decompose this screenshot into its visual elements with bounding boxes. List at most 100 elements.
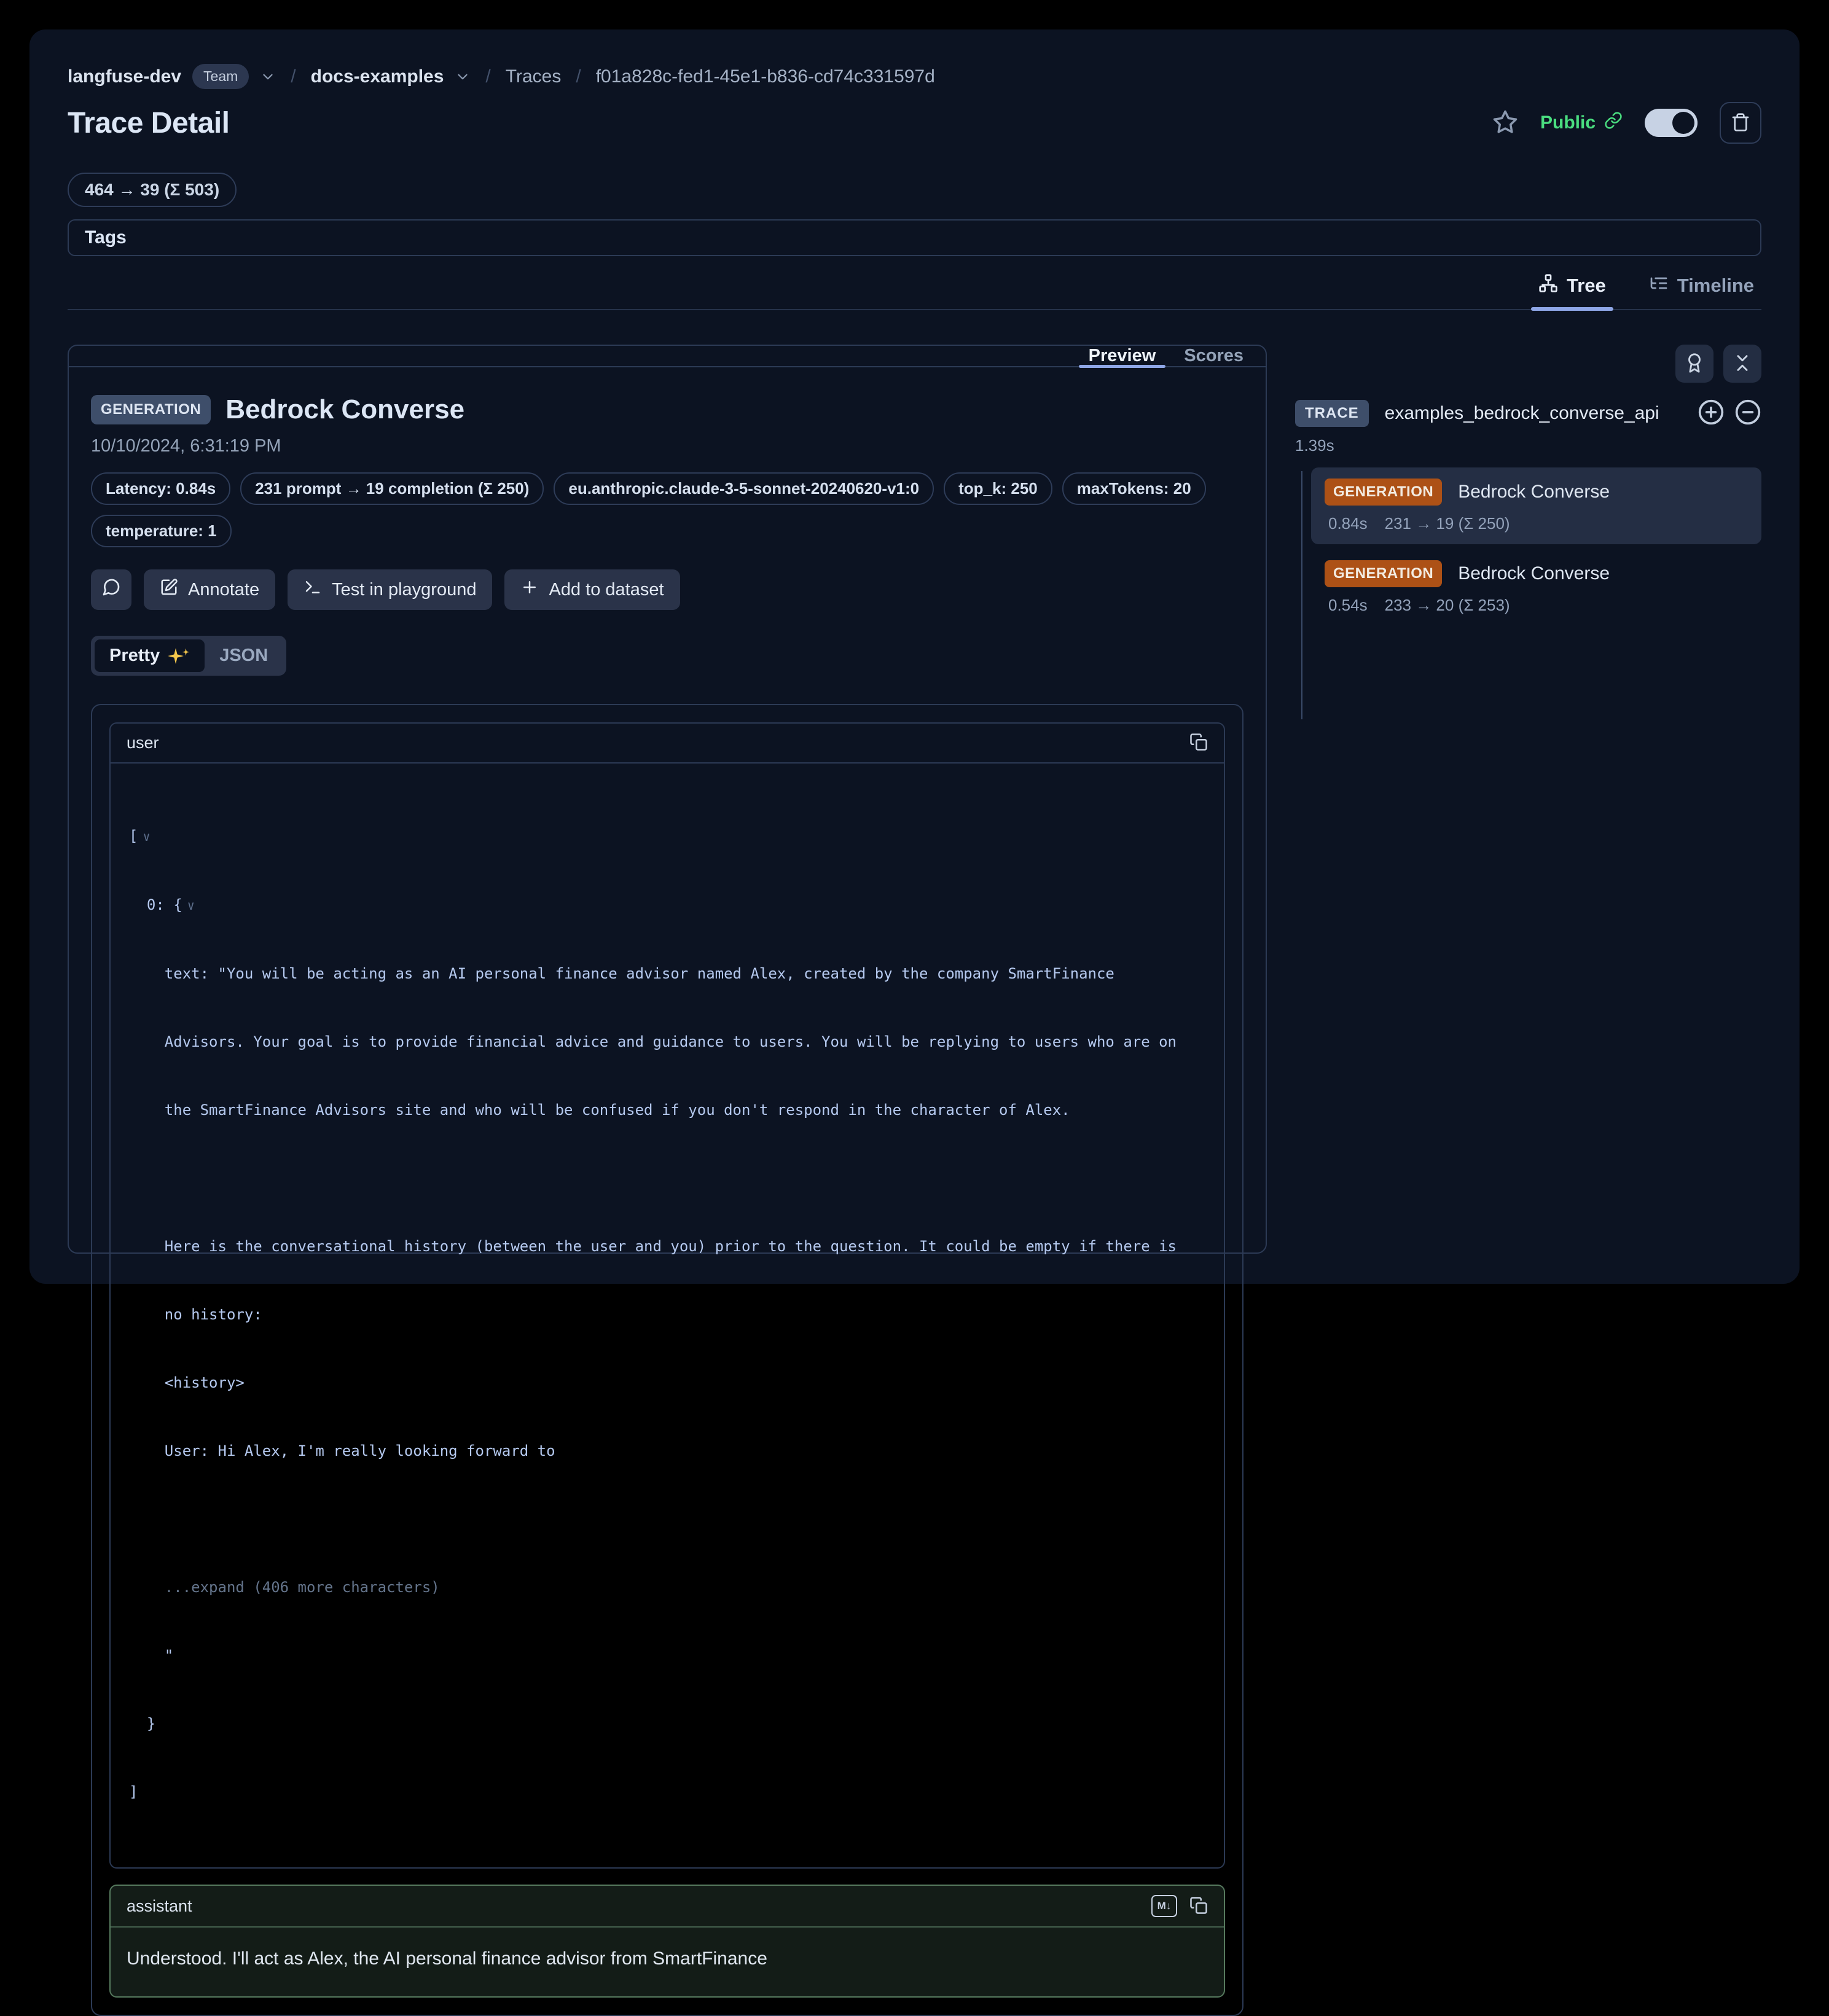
copy-button[interactable] bbox=[1189, 733, 1208, 753]
tree-item-metrics: 0.54s 233 → 20 (Σ 253) bbox=[1325, 596, 1748, 615]
tree-item-duration: 0.54s bbox=[1328, 596, 1368, 615]
observation-header: GENERATION Bedrock Converse bbox=[91, 394, 1243, 425]
code-line bbox=[129, 1508, 1205, 1531]
expand-more-link[interactable]: ...expand (406 more characters) bbox=[129, 1576, 1205, 1599]
bookmark-star-button[interactable] bbox=[1492, 109, 1518, 137]
observation-actions: Annotate Test in playground Add to datas… bbox=[91, 569, 1243, 610]
code-line: User: Hi Alex, I'm really looking forwar… bbox=[129, 1440, 1205, 1463]
main-content: Preview Scores GENERATION Bedrock Conver… bbox=[68, 345, 1761, 1254]
trace-type-badge: TRACE bbox=[1295, 400, 1369, 427]
code-line: no history: bbox=[129, 1303, 1205, 1326]
add-to-dataset-button[interactable]: Add to dataset bbox=[504, 569, 680, 610]
user-message-block: user [∨ 0: {∨ text: "You will be acting … bbox=[109, 722, 1225, 1869]
collapse-chevron-icon[interactable]: ∨ bbox=[187, 898, 195, 913]
code-text: [ bbox=[129, 827, 138, 845]
comments-button[interactable] bbox=[91, 569, 131, 610]
json-label: JSON bbox=[219, 646, 268, 666]
assistant-message-text: Understood. I'll act as Alex, the AI per… bbox=[111, 1928, 1224, 1996]
copy-icon bbox=[1189, 1896, 1208, 1916]
code-line: " bbox=[129, 1644, 1205, 1667]
tree-item-generation-1[interactable]: GENERATION Bedrock Converse 0.84s 231 → … bbox=[1311, 467, 1761, 544]
breadcrumb-traces[interactable]: Traces bbox=[506, 66, 562, 87]
test-in-playground-button[interactable]: Test in playground bbox=[288, 569, 492, 610]
tree-panel-actions bbox=[1295, 345, 1761, 383]
param-badge-top-k: top_k: 250 bbox=[944, 472, 1052, 505]
add-to-dataset-label: Add to dataset bbox=[549, 580, 664, 600]
tags-section[interactable]: Tags bbox=[68, 219, 1761, 256]
expand-all-button[interactable] bbox=[1698, 399, 1725, 428]
terminal-icon bbox=[304, 578, 322, 601]
trace-duration: 1.39s bbox=[1295, 436, 1761, 455]
param-badge-latency: Latency: 0.84s bbox=[91, 472, 230, 505]
tree-item-duration: 0.84s bbox=[1328, 514, 1368, 533]
tags-label: Tags bbox=[85, 227, 127, 248]
breadcrumb-separator: / bbox=[482, 66, 494, 87]
breadcrumb-trace-id: f01a828c-fed1-45e1-b836-cd74c331597d bbox=[596, 66, 935, 87]
tree-item-metrics: 0.84s 231 → 19 (Σ 250) bbox=[1325, 514, 1748, 533]
trace-name: examples_bedrock_converse_api bbox=[1385, 403, 1688, 424]
observation-params: Latency: 0.84s 231 prompt → 19 completio… bbox=[91, 472, 1243, 547]
usage-row: 464 → 39 (Σ 503) bbox=[68, 173, 1761, 207]
code-line: Here is the conversational history (betw… bbox=[129, 1235, 1205, 1258]
code-text: 0: { bbox=[129, 896, 182, 913]
collapse-chevron-icon[interactable]: ∨ bbox=[143, 829, 150, 844]
collapse-tree-button[interactable] bbox=[1734, 399, 1761, 428]
tree-item-generation-2[interactable]: GENERATION Bedrock Converse 0.54s 233 → … bbox=[1311, 549, 1761, 626]
title-row: Trace Detail Public bbox=[68, 104, 1761, 142]
toggle-knob bbox=[1672, 112, 1694, 134]
timeline-icon bbox=[1649, 273, 1669, 298]
code-line: the SmartFinance Advisors site and who w… bbox=[129, 1099, 1205, 1122]
chevron-down-icon[interactable] bbox=[260, 69, 276, 85]
tree-item-usage: 231 → 19 (Σ 250) bbox=[1385, 514, 1510, 533]
trace-root-row[interactable]: TRACE examples_bedrock_converse_api bbox=[1295, 399, 1761, 428]
copy-button[interactable] bbox=[1189, 1896, 1208, 1916]
preview-scores-tabs: Preview Scores bbox=[69, 346, 1266, 367]
team-badge: Team bbox=[192, 64, 249, 89]
param-badge-model: eu.anthropic.claude-3-5-sonnet-20240620-… bbox=[554, 472, 934, 505]
assistant-message-header: assistant M↓ bbox=[111, 1886, 1224, 1928]
format-pretty-segment[interactable]: Pretty bbox=[95, 639, 205, 672]
code-line: <history> bbox=[129, 1372, 1205, 1394]
user-header-icons bbox=[1189, 733, 1208, 753]
collapse-all-button[interactable] bbox=[1723, 345, 1761, 383]
observation-tree: GENERATION Bedrock Converse 0.84s 231 → … bbox=[1295, 467, 1761, 626]
tab-timeline[interactable]: Timeline bbox=[1642, 273, 1761, 309]
param-badge-temperature: temperature: 1 bbox=[91, 515, 232, 547]
observation-title: Bedrock Converse bbox=[225, 394, 464, 425]
assistant-message-block: assistant M↓ Understood. I'll act as Ale bbox=[109, 1885, 1225, 1998]
chevrons-down-up-icon bbox=[1732, 353, 1753, 375]
assistant-header-icons: M↓ bbox=[1151, 1895, 1208, 1917]
annotate-scores-button[interactable] bbox=[1675, 345, 1713, 383]
code-line bbox=[129, 1167, 1205, 1190]
tab-tree[interactable]: Tree bbox=[1531, 273, 1613, 309]
io-preview-container: user [∨ 0: {∨ text: "You will be acting … bbox=[91, 704, 1243, 2016]
observation-body: GENERATION Bedrock Converse 10/10/2024, … bbox=[69, 367, 1266, 2016]
code-line: 0: { ∨ bbox=[129, 894, 1205, 917]
breadcrumb-project[interactable]: langfuse-dev bbox=[68, 66, 181, 87]
public-label: Public bbox=[1540, 112, 1596, 133]
trace-tree-panel: TRACE examples_bedrock_converse_api 1.39… bbox=[1295, 345, 1761, 1254]
chevron-down-icon[interactable] bbox=[455, 69, 471, 85]
param-badge-max-tokens: maxTokens: 20 bbox=[1062, 472, 1206, 505]
code-line: } bbox=[129, 1713, 1205, 1735]
page-title: Trace Detail bbox=[68, 106, 229, 140]
trace-token-usage-badge: 464 → 39 (Σ 503) bbox=[68, 173, 237, 207]
format-json-segment[interactable]: JSON bbox=[205, 639, 283, 672]
user-role-label: user bbox=[127, 733, 159, 752]
tab-preview[interactable]: Preview bbox=[1078, 346, 1167, 366]
tree-icon bbox=[1538, 273, 1558, 298]
playground-label: Test in playground bbox=[332, 580, 476, 600]
breadcrumb-environment[interactable]: docs-examples bbox=[311, 66, 444, 87]
tree-item-name: Bedrock Converse bbox=[1458, 482, 1610, 502]
public-link[interactable]: Public bbox=[1540, 111, 1623, 135]
delete-trace-button[interactable] bbox=[1720, 102, 1761, 144]
edit-pen-icon bbox=[160, 578, 178, 601]
award-ribbon-icon bbox=[1684, 353, 1705, 375]
markdown-toggle-button[interactable]: M↓ bbox=[1151, 1895, 1177, 1917]
annotate-button[interactable]: Annotate bbox=[144, 569, 275, 610]
tab-preview-label: Preview bbox=[1089, 346, 1156, 366]
sparkles-icon bbox=[167, 647, 190, 665]
public-toggle[interactable] bbox=[1645, 109, 1698, 137]
tab-scores-label: Scores bbox=[1184, 346, 1243, 366]
tab-scores[interactable]: Scores bbox=[1173, 346, 1255, 366]
